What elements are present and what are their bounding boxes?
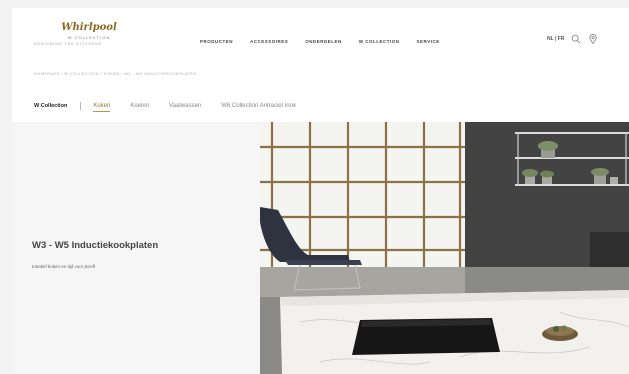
tab-vaatwassen[interactable]: Vaatwassen: [169, 103, 201, 109]
tab-koken[interactable]: Koken: [93, 103, 111, 112]
site-header: Whirlpool W COLLECTION DESIGNING THE KIT…: [12, 8, 629, 60]
header-utilities: NL | FR: [547, 34, 598, 44]
main-nav: PRODUCTEN ACCESSOIRES ONDERDELEN W COLLE…: [200, 39, 440, 44]
collection-subnav: W Collection Koken Koelen Vaatwassen W6 …: [34, 102, 316, 112]
logo-tagline: W COLLECTION: [67, 35, 111, 40]
nav-item-onderdelen[interactable]: ONDERDELEN: [305, 39, 342, 44]
subnav-divider: [80, 102, 82, 110]
logo-subline: DESIGNING THE KITCHENS: [34, 42, 103, 46]
page: Whirlpool W COLLECTION DESIGNING THE KIT…: [12, 8, 629, 374]
search-icon[interactable]: [571, 34, 581, 44]
breadcrumb[interactable]: HOMEPAGE / W COLLECTION / KOKEN / W3 - W…: [34, 72, 197, 76]
nav-item-accessoires[interactable]: ACCESSOIRES: [250, 39, 288, 44]
hero-subtitle: Intuïtief koken en tijd voor jezelf: [32, 264, 96, 269]
tab-w6-collection[interactable]: W6 Collection Antraciet inox: [221, 103, 296, 109]
tab-koelen[interactable]: Koelen: [130, 103, 149, 109]
language-switch[interactable]: NL | FR: [547, 36, 564, 42]
subnav-brand[interactable]: W Collection: [34, 103, 67, 109]
hero-title: W3 - W5 Inductiekookplaten: [32, 240, 159, 251]
hero-kitchen-image: [260, 122, 629, 374]
whirlpool-logo[interactable]: Whirlpool W COLLECTION DESIGNING THE KIT…: [34, 22, 144, 46]
nav-item-producten[interactable]: PRODUCTEN: [200, 39, 233, 44]
nav-item-service[interactable]: SERVICE: [417, 39, 440, 44]
location-pin-icon[interactable]: [588, 34, 598, 44]
nav-item-w-collection[interactable]: W COLLECTION: [359, 39, 400, 44]
hero-text-panel: W3 - W5 Inductiekookplaten Intuïtief kok…: [12, 122, 260, 374]
logo-name: Whirlpool: [61, 22, 117, 33]
